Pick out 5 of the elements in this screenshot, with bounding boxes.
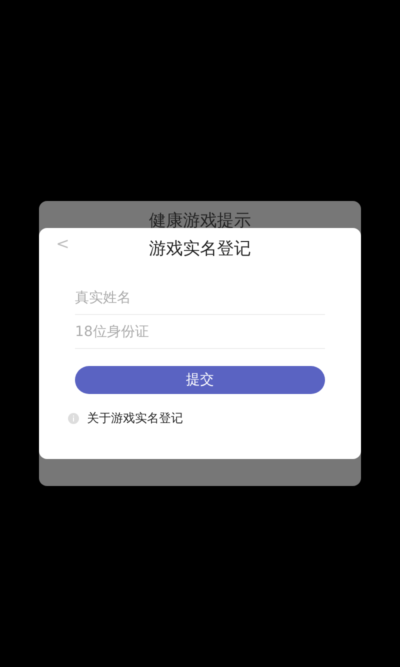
dialog-title: 游戏实名登记 bbox=[149, 238, 251, 260]
info-icon bbox=[68, 413, 79, 424]
info-link[interactable]: 关于游戏实名登记 bbox=[87, 410, 183, 427]
submit-button[interactable]: 提交 bbox=[75, 366, 325, 394]
dialog-title: 健康游戏提示 bbox=[149, 210, 251, 232]
